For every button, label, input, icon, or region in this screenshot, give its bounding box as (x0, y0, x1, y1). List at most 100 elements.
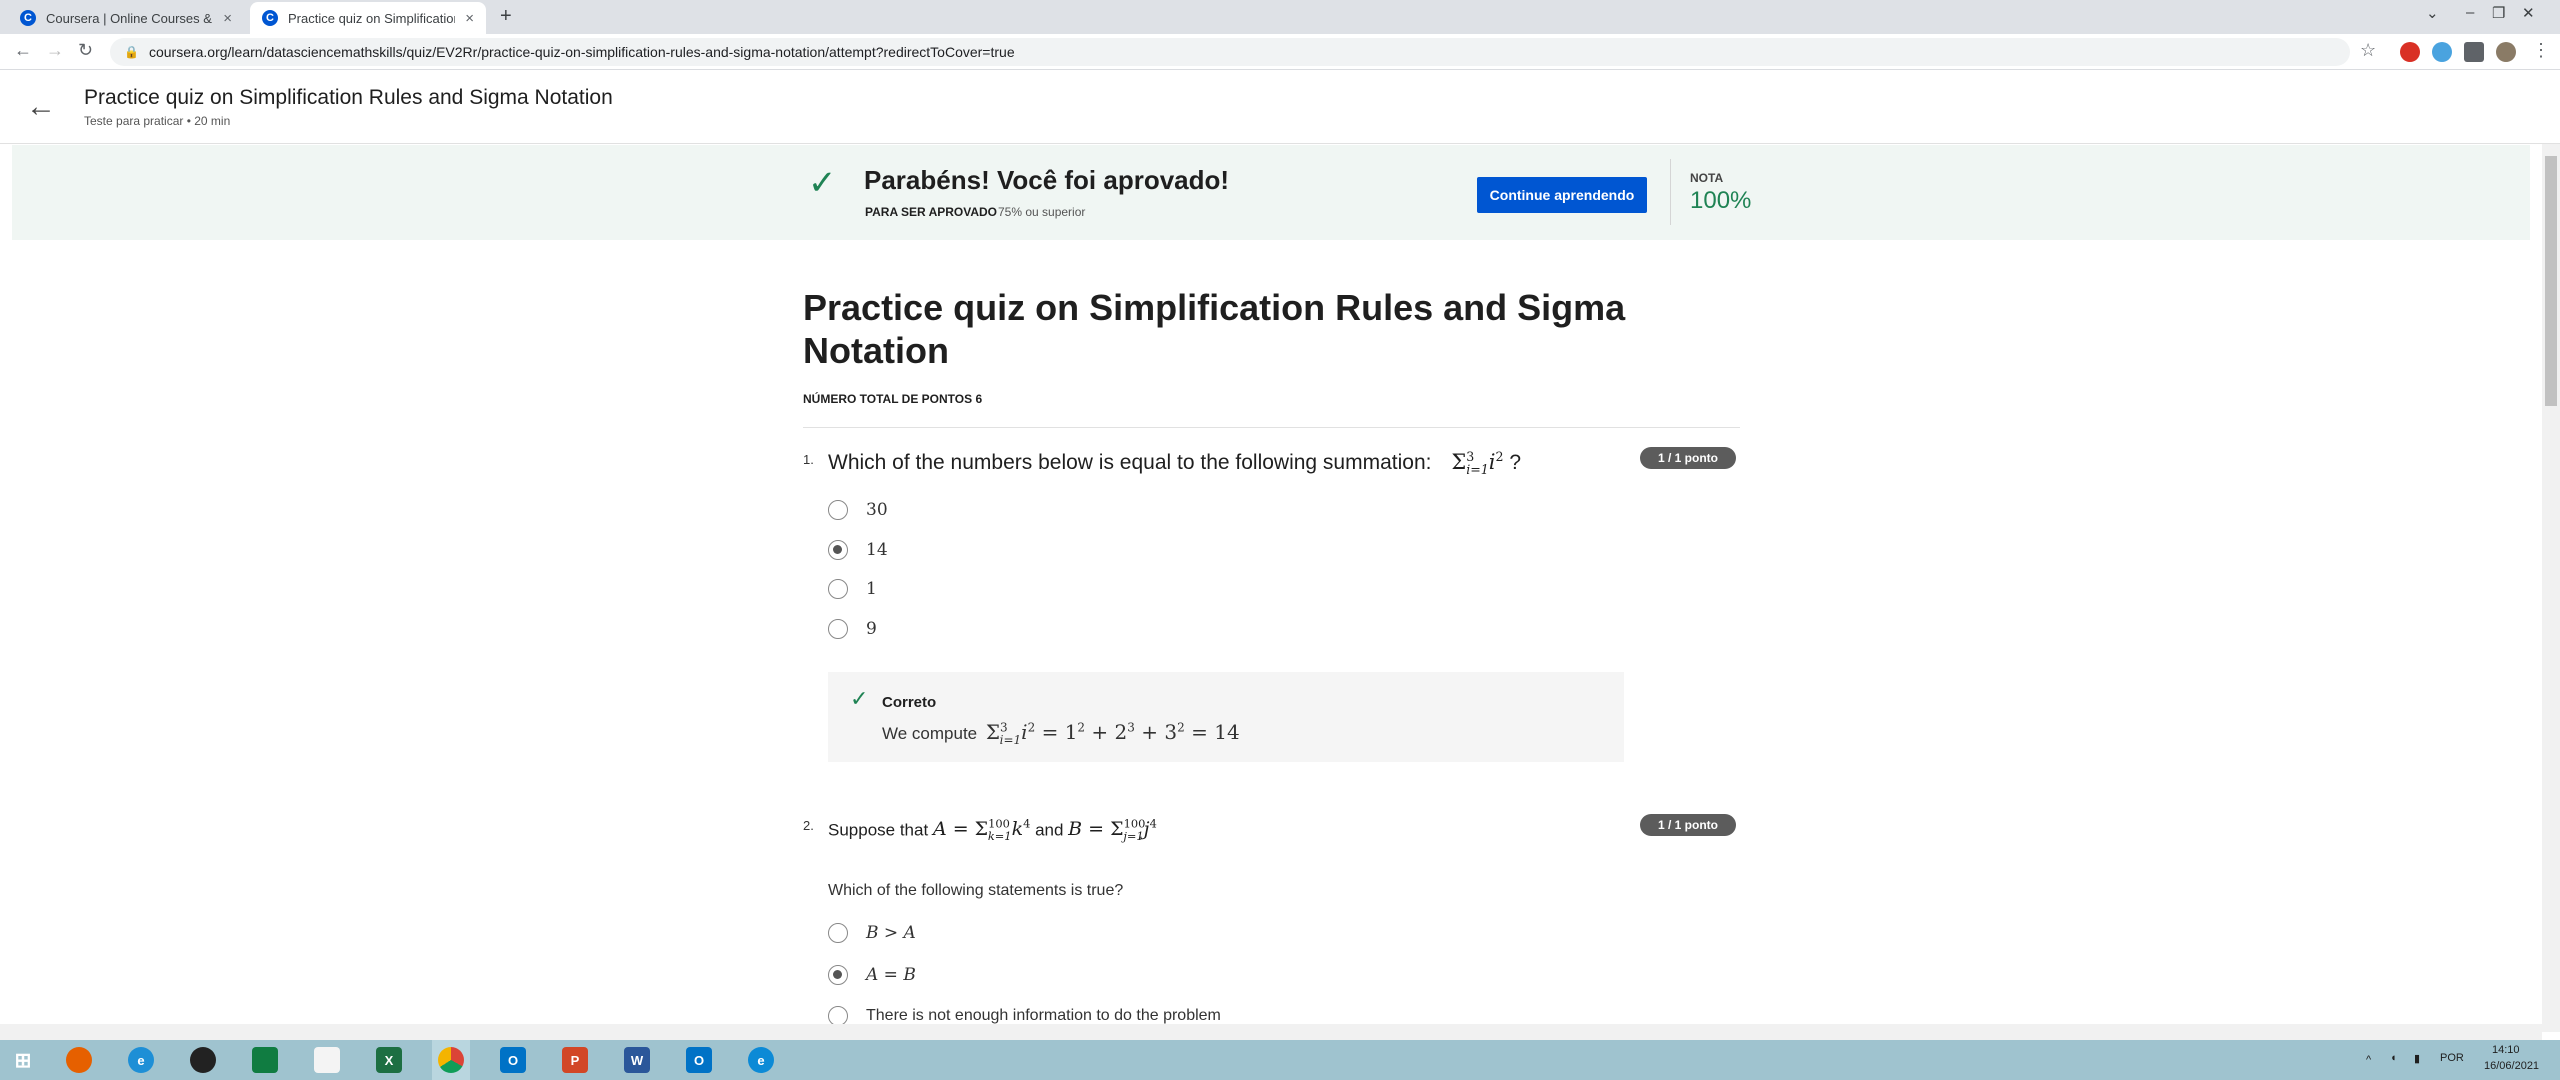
divider (1670, 159, 1671, 225)
option-label: 1 (866, 579, 877, 599)
answer-option[interactable]: 14 (828, 540, 888, 560)
puzzle-extensions-icon[interactable] (2464, 42, 2484, 62)
sigma-expression: Σ3i=1i2 (1451, 449, 1504, 478)
reload-icon[interactable]: ↻ (78, 40, 93, 61)
back-arrow-icon[interactable]: ← (26, 90, 56, 124)
feedback-box: ✓ Correto We compute Σ3i=1i2 = 12 + 23 +… (828, 672, 1624, 762)
divider (803, 427, 1740, 428)
answer-option[interactable]: 30 (828, 500, 888, 520)
radio-button[interactable] (828, 923, 848, 943)
score-badge: 1 / 1 ponto (1640, 447, 1736, 469)
grade-value: 100% (1690, 187, 1752, 214)
banner-title: Parabéns! Você foi aprovado! (864, 165, 1230, 195)
quiz-subtitle: Teste para praticar • 20 min (84, 114, 231, 128)
pass-banner: ✓ Parabéns! Você foi aprovado! PARA SER … (12, 145, 2530, 240)
network-icon[interactable]: ▮ (2414, 1052, 2420, 1065)
tab-coursera-home[interactable]: C Coursera | Online Courses & Cre × (8, 2, 244, 34)
question-text-label: and (1035, 820, 1064, 840)
file-icon[interactable] (314, 1047, 340, 1073)
answer-option[interactable]: 9 (828, 619, 877, 639)
tab-title: Coursera | Online Courses & Cre (46, 10, 213, 26)
check-icon: ✓ (808, 164, 837, 202)
coursera-favicon-icon: C (20, 10, 36, 26)
feedback-label: Correto (882, 694, 937, 711)
restore-icon[interactable]: ❐ (2492, 4, 2505, 22)
check-icon: ✓ (850, 686, 869, 711)
chrome-taskbar-button[interactable] (432, 1040, 470, 1080)
option-label: A = B (866, 965, 916, 985)
option-label: 14 (866, 540, 888, 560)
page-header: ← Practice quiz on Simplification Rules … (0, 70, 2560, 144)
tab-search-icon[interactable]: ⌄ (2426, 4, 2439, 22)
clock-date[interactable]: 16/06/2021 (2484, 1060, 2539, 1072)
answer-option[interactable]: 1 (828, 579, 877, 599)
outlook-icon[interactable]: O (500, 1047, 526, 1073)
grade-label: NOTA (1690, 171, 1724, 185)
obs-icon[interactable] (190, 1047, 216, 1073)
close-window-icon[interactable]: ✕ (2522, 4, 2535, 22)
cloud-extension-icon[interactable] (2432, 42, 2452, 62)
edge-icon[interactable]: e (748, 1047, 774, 1073)
windows-start-icon[interactable]: ⊞ (10, 1047, 36, 1073)
firefox-icon[interactable] (66, 1047, 92, 1073)
clock-time[interactable]: 14:10 (2492, 1044, 2520, 1056)
close-tab-icon[interactable]: × (223, 10, 232, 27)
question-prompt: Which of the following statements is tru… (828, 882, 1124, 899)
browser-toolbar: ← → ↻ 🔒 coursera.org/learn/datasciencema… (0, 34, 2560, 70)
url-text: coursera.org/learn/datasciencemathskills… (148, 44, 1015, 60)
powerpoint-icon[interactable]: P (562, 1047, 588, 1073)
volume-icon[interactable]: ◖ (2390, 1052, 2397, 1064)
answer-option[interactable]: There is not enough information to do th… (828, 1006, 1221, 1026)
option-label: B > A (866, 923, 916, 943)
minimize-icon[interactable]: – (2466, 4, 2474, 21)
pass-requirement-label: PARA SER APROVADO (865, 205, 998, 219)
tab-title: Practice quiz on Simplification R (288, 10, 456, 26)
language-indicator[interactable]: POR (2440, 1052, 2464, 1064)
question-text-label: Suppose that (828, 820, 929, 840)
continue-learning-button[interactable]: Continue aprendendo (1477, 177, 1647, 213)
scrollbar-thumb[interactable] (2545, 156, 2557, 406)
formula-a: A = Σ100k=1k4 (932, 817, 1031, 844)
vertical-scrollbar[interactable] (2542, 144, 2560, 1032)
outlook-icon[interactable]: O (686, 1047, 712, 1073)
close-tab-icon[interactable]: × (465, 10, 474, 27)
feedback-text-label: We compute (882, 724, 978, 743)
address-bar[interactable]: 🔒 coursera.org/learn/datasciencemathskil… (110, 38, 2350, 66)
radio-button[interactable] (828, 500, 848, 520)
tab-practice-quiz[interactable]: C Practice quiz on Simplification R × (250, 2, 486, 34)
browser-menu-icon[interactable]: ⋮ (2532, 40, 2550, 61)
tray-chevron-icon[interactable]: ^ (2366, 1054, 2371, 1066)
internet-explorer-icon[interactable]: e (128, 1047, 154, 1073)
profile-avatar[interactable] (2496, 42, 2516, 62)
browser-tab-strip: C Coursera | Online Courses & Cre × C Pr… (0, 0, 2560, 34)
spreadsheet-app-icon[interactable] (252, 1047, 278, 1073)
question-number: 1. (803, 452, 814, 467)
radio-button[interactable] (828, 579, 848, 599)
pass-requirement-value: 75% ou superior (998, 205, 1086, 219)
question-number: 2. (803, 818, 814, 833)
score-badge: 1 / 1 ponto (1640, 814, 1736, 836)
bookmark-star-icon[interactable]: ☆ (2360, 40, 2376, 61)
answer-option[interactable]: B > A (828, 923, 916, 943)
forward-icon[interactable]: → (46, 40, 64, 61)
coursera-favicon-icon: C (262, 10, 278, 26)
new-tab-button[interactable]: + (500, 5, 512, 28)
horizontal-scrollbar[interactable] (0, 1024, 2542, 1040)
option-label: There is not enough information to do th… (866, 1007, 1221, 1024)
lock-icon: 🔒 (124, 45, 139, 59)
formula-b: B = Σ100j=1j4 (1068, 817, 1157, 844)
excel-icon[interactable]: X (376, 1047, 402, 1073)
radio-button-selected[interactable] (828, 540, 848, 560)
extension-icon[interactable] (2400, 42, 2420, 62)
radio-button[interactable] (828, 1006, 848, 1026)
word-icon[interactable]: W (624, 1047, 650, 1073)
radio-button-selected[interactable] (828, 965, 848, 985)
chrome-icon (438, 1047, 464, 1073)
option-label: 9 (866, 619, 877, 639)
back-icon[interactable]: ← (14, 40, 32, 61)
total-points: NÚMERO TOTAL DE PONTOS 6 (803, 392, 983, 406)
radio-button[interactable] (828, 619, 848, 639)
option-label: 30 (866, 500, 888, 520)
answer-option[interactable]: A = B (828, 965, 916, 985)
quiz-title: Practice quiz on Simplification Rules an… (84, 86, 613, 109)
